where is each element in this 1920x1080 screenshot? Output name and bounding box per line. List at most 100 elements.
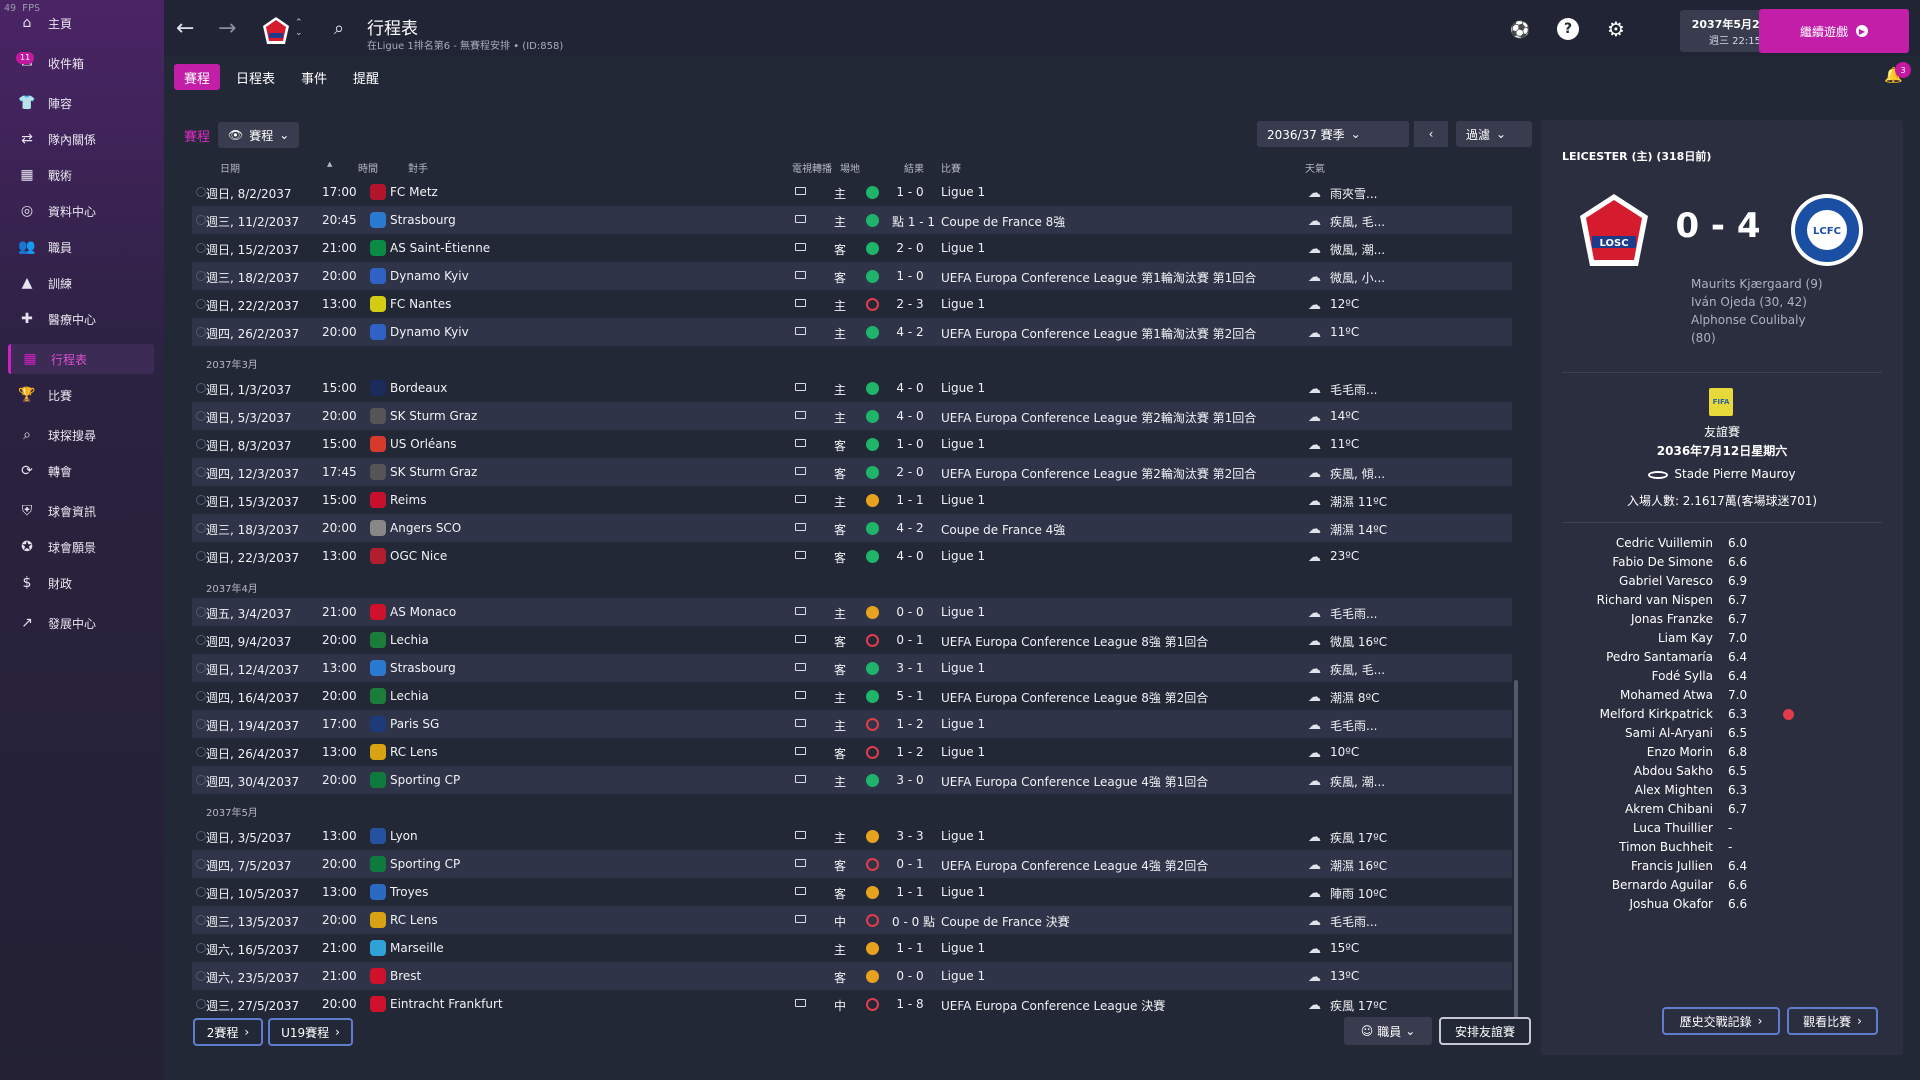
fixture-opponent[interactable]: Bordeaux — [390, 381, 447, 395]
tab-0[interactable]: 賽程 — [174, 64, 221, 90]
sidebar-item-14[interactable]: ✪ 球會願景 — [8, 532, 154, 562]
player-row[interactable]: Bernardo Aguilar 6.6 — [1541, 876, 1903, 895]
sidebar-item-10[interactable]: 🏆 比賽 — [8, 380, 154, 410]
u19-fixtures-button[interactable]: U19賽程 › — [268, 1018, 353, 1046]
prev-season-button[interactable]: ‹ — [1414, 121, 1448, 147]
table-row[interactable]: 週五, 3/4/2037 21:00 AS Monaco 主 0 - 0 Ligue 1 ☁… — [192, 598, 1512, 626]
player-row[interactable]: Richard van Nispen 6.7 — [1541, 591, 1903, 610]
filter-dropdown[interactable]: 過濾 ⌄ — [1456, 121, 1532, 147]
player-row[interactable]: Timon Buchheit - — [1541, 838, 1903, 857]
player-row[interactable]: Sami Al-Aryani 6.5 — [1541, 724, 1903, 743]
col-result[interactable]: 結果 — [904, 160, 924, 175]
sidebar-item-15[interactable]: $ 財政 — [8, 568, 154, 598]
fixture-opponent[interactable]: US Orléans — [390, 437, 457, 451]
fixture-opponent[interactable]: Troyes — [390, 885, 428, 899]
table-row[interactable]: 週四, 16/4/2037 20:00 Lechia 主 5 - 1 UEFA Europ… — [192, 682, 1512, 710]
col-competition[interactable]: 比賽 — [941, 160, 961, 175]
fixture-opponent[interactable]: Lyon — [390, 829, 418, 843]
fixture-opponent[interactable]: Sporting CP — [390, 857, 460, 871]
fixture-opponent[interactable]: Strasbourg — [390, 213, 456, 227]
row-select-icon[interactable] — [196, 439, 206, 449]
fixture-competition[interactable]: UEFA Europa Conference League 第1輪淘汰賽 第2回… — [941, 325, 1256, 342]
player-row[interactable]: Alex Mighten 6.3 — [1541, 781, 1903, 800]
fixture-opponent[interactable]: Brest — [390, 969, 421, 983]
player-row[interactable]: Luca Thuillier - — [1541, 819, 1903, 838]
player-row[interactable]: Pedro Santamaría 6.4 — [1541, 648, 1903, 667]
col-venue[interactable]: 場地 — [840, 160, 860, 175]
head-to-head-button[interactable]: 歷史交戰記錄 › — [1662, 1007, 1780, 1035]
row-select-icon[interactable] — [196, 831, 206, 841]
col-date[interactable]: 日期 — [220, 160, 240, 175]
player-row[interactable]: Cedric Vuillemin 6.0 — [1541, 534, 1903, 553]
fixture-competition[interactable]: Ligue 1 — [941, 493, 985, 507]
row-select-icon[interactable] — [196, 887, 206, 897]
help-icon[interactable]: ? — [1557, 18, 1579, 40]
row-select-icon[interactable] — [196, 271, 206, 281]
row-select-icon[interactable] — [196, 523, 206, 533]
fixture-opponent[interactable]: Sporting CP — [390, 773, 460, 787]
row-select-icon[interactable] — [196, 943, 206, 953]
sidebar-item-5[interactable]: ◎ 資料中心 — [8, 196, 154, 226]
table-row[interactable]: 週四, 7/5/2037 20:00 Sporting CP 客 0 - 1 UEFA E… — [192, 850, 1512, 878]
row-select-icon[interactable] — [196, 299, 206, 309]
fixture-opponent[interactable]: Strasbourg — [390, 661, 456, 675]
fixture-opponent[interactable]: SK Sturm Graz — [390, 465, 477, 479]
view-dropdown[interactable]: 👁 賽程 ⌄ — [218, 122, 300, 148]
tab-3[interactable]: 提醒 — [343, 64, 389, 90]
fixture-opponent[interactable]: Angers SCO — [390, 521, 461, 535]
sidebar-item-8[interactable]: ✚ 醫療中心 — [8, 304, 154, 334]
fixture-opponent[interactable]: AS Monaco — [390, 605, 456, 619]
table-row[interactable]: 週六, 16/5/2037 21:00 Marseille 主 1 - 1 Ligue 1… — [192, 934, 1512, 962]
fixture-opponent[interactable]: AS Saint-Étienne — [390, 241, 490, 255]
table-scrollbar[interactable] — [1514, 680, 1518, 1018]
sidebar-item-7[interactable]: ▲ 訓練 — [8, 268, 154, 298]
forward-arrow-icon[interactable]: → — [218, 16, 236, 41]
row-select-icon[interactable] — [196, 999, 206, 1009]
table-row[interactable]: 週四, 9/4/2037 20:00 Lechia 客 0 - 1 UEFA Europa… — [192, 626, 1512, 654]
table-row[interactable]: 週日, 5/3/2037 20:00 SK Sturm Graz 主 4 - 0 UEFA… — [192, 402, 1512, 430]
table-row[interactable]: 週日, 10/5/2037 13:00 Troyes 客 1 - 1 Ligue 1 ☁ 陣雨… — [192, 878, 1512, 906]
table-row[interactable]: 週日, 8/3/2037 15:00 US Orléans 客 1 - 0 Ligue 1… — [192, 430, 1512, 458]
fixture-opponent[interactable]: RC Lens — [390, 913, 438, 927]
row-select-icon[interactable] — [196, 383, 206, 393]
away-crest-icon[interactable]: LCFC — [1787, 190, 1867, 270]
fixture-competition[interactable]: Ligue 1 — [941, 661, 985, 675]
fixture-opponent[interactable]: Dynamo Kyiv — [390, 325, 469, 339]
col-tv[interactable]: 電視轉播 — [792, 160, 832, 175]
table-row[interactable]: 週三, 18/3/2037 20:00 Angers SCO 客 4 - 2 Coupe … — [192, 514, 1512, 542]
row-select-icon[interactable] — [196, 747, 206, 757]
fixture-competition[interactable]: UEFA Europa Conference League 第2輪淘汰賽 第1回… — [941, 409, 1256, 426]
fixture-competition[interactable]: Ligue 1 — [941, 717, 985, 731]
player-row[interactable]: Mohamed Atwa 7.0 — [1541, 686, 1903, 705]
reserve-fixtures-button[interactable]: 2賽程 › — [193, 1018, 263, 1046]
fixture-opponent[interactable]: Paris SG — [390, 717, 439, 731]
sidebar-item-3[interactable]: ⇄ 隊內關係 — [8, 124, 154, 154]
table-row[interactable]: 週日, 8/2/2037 17:00 FC Metz 主 1 - 0 Ligue 1 ☁ 雨夾… — [192, 178, 1512, 206]
table-row[interactable]: 週三, 13/5/2037 20:00 RC Lens 中 0 - 0 點 Coupe d… — [192, 906, 1512, 934]
row-select-icon[interactable] — [196, 467, 206, 477]
row-select-icon[interactable] — [196, 327, 206, 337]
fixture-competition[interactable]: Ligue 1 — [941, 969, 985, 983]
staff-dropdown[interactable]: ☺ 職員 ⌄ — [1344, 1017, 1432, 1045]
row-select-icon[interactable] — [196, 915, 206, 925]
fixture-competition[interactable]: Ligue 1 — [941, 241, 985, 255]
row-select-icon[interactable] — [196, 971, 206, 981]
row-select-icon[interactable] — [196, 663, 206, 673]
club-crest-icon[interactable] — [261, 16, 291, 46]
table-row[interactable]: 週日, 1/3/2037 15:00 Bordeaux 主 4 - 0 Ligue 1 ☁ 毛… — [192, 374, 1512, 402]
ball-icon[interactable]: ⚽ — [1509, 18, 1531, 40]
fixture-competition[interactable]: UEFA Europa Conference League 第2輪淘汰賽 第2回… — [941, 465, 1256, 482]
row-select-icon[interactable] — [196, 411, 206, 421]
fixture-opponent[interactable]: Dynamo Kyiv — [390, 269, 469, 283]
table-row[interactable]: 週日, 19/4/2037 17:00 Paris SG 主 1 - 2 Ligue 1 ☁… — [192, 710, 1512, 738]
player-row[interactable]: Melford Kirkpatrick 6.3 — [1541, 705, 1903, 724]
row-select-icon[interactable] — [196, 859, 206, 869]
row-select-icon[interactable] — [196, 187, 206, 197]
continue-button[interactable]: 繼續遊戲 ▶ — [1759, 9, 1909, 53]
fixture-opponent[interactable]: Lechia — [390, 689, 429, 703]
fixture-competition[interactable]: Ligue 1 — [941, 885, 985, 899]
player-row[interactable]: Akrem Chibani 6.7 — [1541, 800, 1903, 819]
table-row[interactable]: 週日, 12/4/2037 13:00 Strasbourg 客 3 - 1 Ligue … — [192, 654, 1512, 682]
fixture-competition[interactable]: Ligue 1 — [941, 381, 985, 395]
player-row[interactable]: Enzo Morin 6.8 — [1541, 743, 1903, 762]
